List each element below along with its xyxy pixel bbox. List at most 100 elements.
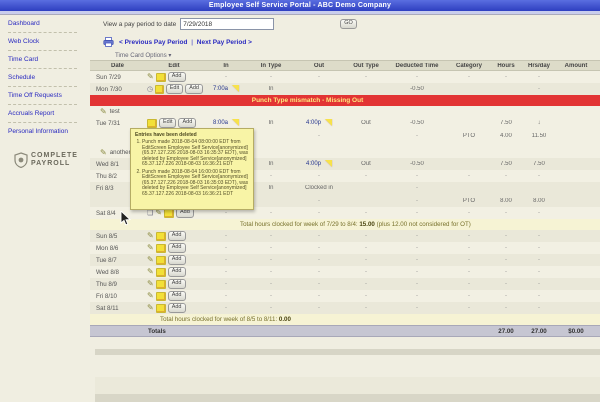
print-icon[interactable] (103, 37, 114, 47)
cell-in_type: - (249, 210, 293, 216)
time-card-options-dropdown[interactable]: Time Card Options ▾ (115, 52, 172, 59)
cell-hrs: 7.50 (491, 161, 521, 167)
edit-pencil-icon[interactable]: ✎ (147, 73, 154, 81)
cell-in_type-value: In (268, 86, 274, 92)
logo-line1: COMPLETE (31, 152, 78, 159)
history-clock-icon[interactable]: ◷ (147, 85, 153, 93)
cell-edit: ✎ Add (145, 303, 203, 313)
edit-pencil-icon[interactable]: ✎ (100, 148, 107, 157)
warning-flag-icon[interactable] (325, 160, 332, 168)
cell-hrs: - (491, 269, 521, 275)
sidebar-item-dashboard[interactable]: Dashboard (0, 15, 95, 32)
add-button[interactable]: Add (167, 231, 186, 241)
cell-date: Wed 8/8 (96, 268, 119, 276)
logo-line2: PAYROLL (31, 160, 71, 167)
totals-label: Totals (148, 327, 166, 335)
sidebar-item-schedule[interactable]: Schedule (0, 69, 95, 86)
column-header: Date (110, 62, 124, 69)
edit-button[interactable]: Edit (165, 84, 184, 94)
edit-button[interactable]: Edit (159, 118, 177, 128)
cell-in-value: - (225, 233, 227, 239)
cell-out-value: - (318, 269, 320, 275)
cell-out: - (293, 74, 345, 80)
note-icon[interactable] (147, 118, 157, 128)
cell-hday-value: - (538, 293, 540, 299)
add-button[interactable]: Add (167, 267, 186, 277)
warning-flag-icon[interactable] (232, 119, 239, 127)
footer-band (95, 377, 600, 394)
add-button[interactable]: Add (167, 72, 186, 82)
cell-out_type: - (345, 305, 387, 311)
note-icon[interactable] (155, 72, 166, 82)
note-icon[interactable] (155, 279, 166, 289)
add-button[interactable]: Add (178, 118, 197, 128)
column-header: In Type (260, 62, 282, 69)
edit-pencil-icon[interactable]: ✎ (147, 304, 154, 312)
cell-out_type-value: - (365, 245, 367, 251)
document-icon[interactable]: ❏ (147, 209, 153, 217)
cell-in: 7:00a (203, 85, 249, 93)
sidebar-item-time-off-requests[interactable]: Time Off Requests (0, 87, 95, 104)
cell-ded-value: - (416, 257, 418, 263)
cell-out: - (293, 305, 345, 311)
add-button[interactable]: Add (167, 303, 186, 313)
note-icon[interactable] (155, 243, 166, 253)
note-icon[interactable] (155, 84, 164, 94)
note-icon[interactable] (155, 303, 166, 313)
edit-pencil-icon[interactable]: ✎ (147, 280, 154, 288)
sidebar-item-personal-information[interactable]: Personal Information (0, 123, 95, 140)
cell-out-value: - (318, 132, 320, 139)
cell-out_type: - (345, 281, 387, 287)
sidebar-item-web-clock[interactable]: Web Clock (0, 33, 95, 50)
cell-cat-value: - (468, 233, 470, 239)
cell-out_type-value: Out (361, 161, 371, 167)
cell-out-value: - (318, 293, 320, 299)
edit-pencil-icon[interactable]: ✎ (100, 107, 107, 116)
edit-pencil-icon[interactable]: ✎ (155, 209, 162, 217)
cell-cat-value: - (468, 210, 470, 216)
add-button[interactable]: Add (167, 291, 186, 301)
pay-period-date-input[interactable] (180, 18, 275, 30)
warning-flag-icon[interactable] (232, 85, 239, 93)
cell-cat: - (447, 293, 491, 299)
note-icon[interactable] (155, 231, 166, 241)
warning-flag-icon[interactable] (325, 119, 332, 127)
go-button[interactable]: GO (340, 19, 357, 29)
cell-in: - (203, 281, 249, 287)
add-button[interactable]: Add (167, 255, 186, 265)
cell-out-value: 4:00p (305, 161, 321, 168)
cell-hday-value: - (538, 233, 540, 239)
cell-in-value: 7:00a (212, 86, 228, 93)
edit-pencil-icon[interactable]: ✎ (147, 292, 154, 300)
cell-in_type-value: In (268, 161, 274, 167)
cell-cat: - (447, 245, 491, 251)
sidebar-item-time-card[interactable]: Time Card (0, 51, 95, 68)
note-icon[interactable] (155, 255, 166, 265)
cell-in: - (203, 233, 249, 239)
note-icon[interactable] (155, 267, 166, 277)
edit-pencil-icon[interactable]: ✎ (147, 232, 154, 240)
cell-hrs: 8.00 (491, 198, 521, 204)
cell-out-value: - (318, 245, 320, 251)
previous-pay-period-link[interactable]: < Previous Pay Period (119, 39, 187, 46)
totals-amount: $0.00 (568, 327, 584, 335)
sidebar-item-accruals-report[interactable]: Accruals Report (0, 105, 95, 122)
footer-band (95, 349, 600, 355)
week-total-value: 15.00 (359, 221, 375, 228)
edit-pencil-icon[interactable]: ✎ (147, 256, 154, 264)
cell-hrs-value: 7.50 (500, 161, 512, 167)
edit-pencil-icon[interactable]: ✎ (147, 244, 154, 252)
cell-in_type-value: In (268, 120, 274, 126)
cell-hday-value: - (538, 210, 540, 216)
add-button[interactable]: Add (185, 84, 203, 94)
edit-pencil-icon[interactable]: ✎ (147, 268, 154, 276)
table-row: Sun 7/29 ✎ Add - - - - - - - - (90, 71, 600, 83)
cell-ded: - (387, 133, 447, 139)
note-icon[interactable] (155, 291, 166, 301)
week-total-text: Total hours clocked for week of 8/5 to 8… (160, 316, 279, 323)
cell-out_type-value: - (365, 210, 367, 216)
cell-edit: ✎ Add (145, 267, 203, 277)
add-button[interactable]: Add (167, 243, 186, 253)
add-button[interactable]: Add (167, 279, 186, 289)
next-pay-period-link[interactable]: Next Pay Period > (197, 39, 252, 46)
